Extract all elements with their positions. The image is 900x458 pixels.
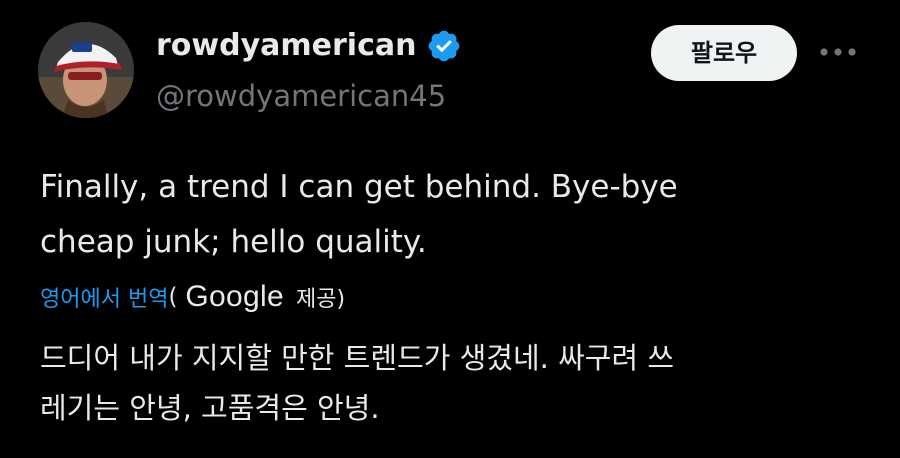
provided-by-label: 제공) <box>295 287 346 312</box>
author-handle[interactable]: @rowdyamerican45 <box>156 76 446 116</box>
avatar-image <box>38 22 134 118</box>
open-paren: ( <box>168 284 178 310</box>
translation-attribution: 영어에서 번역 ( Google 제공) <box>40 276 345 318</box>
author-display-name[interactable]: rowdyamerican <box>156 26 462 66</box>
translated-tweet-text: 드디어 내가 지지할 만한 트렌드가 생겼네. 싸구려 쓰 레기는 안녕, 고품… <box>40 341 675 425</box>
follow-button[interactable]: 팔로우 <box>651 25 797 81</box>
tweet-text: Finally, a trend I can get behind. Bye-b… <box>40 169 678 260</box>
translate-link[interactable]: 영어에서 번역 <box>40 281 168 313</box>
more-options-icon[interactable] <box>814 36 862 68</box>
display-name-text: rowdyamerican <box>156 28 417 63</box>
verified-badge-icon <box>426 28 462 64</box>
author-avatar[interactable] <box>38 22 134 118</box>
google-logo: Google <box>185 280 284 313</box>
tweet-card: rowdyamerican @rowdyamerican45 팔로우 Final… <box>0 0 900 458</box>
